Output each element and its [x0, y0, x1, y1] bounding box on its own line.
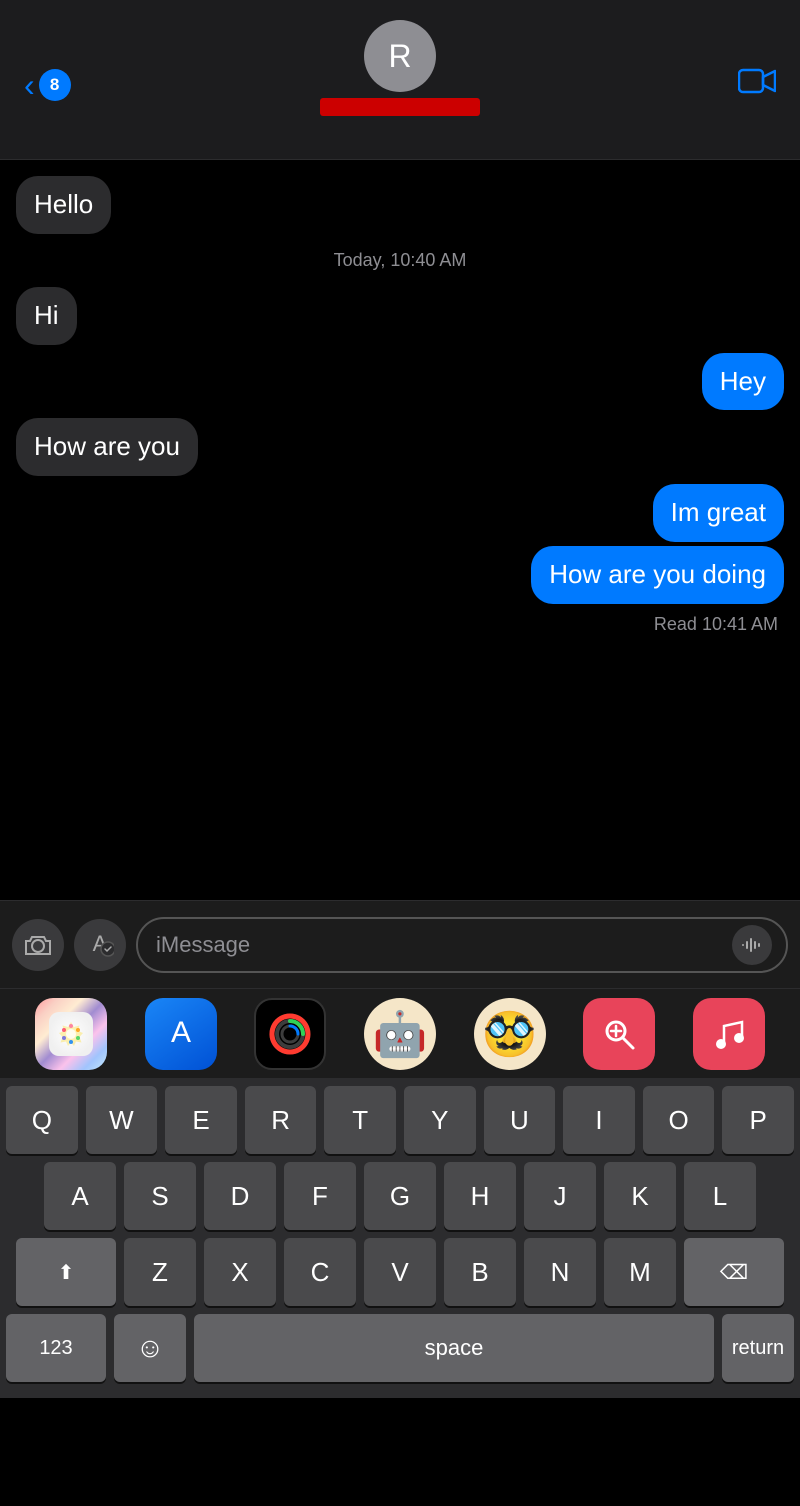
camera-button[interactable]: [12, 919, 64, 971]
shift-key[interactable]: ⬆: [16, 1238, 116, 1306]
app-icons-row: A 🤖 🥸: [0, 988, 800, 1078]
return-key[interactable]: return: [722, 1314, 794, 1382]
message-input-container[interactable]: iMessage: [136, 917, 788, 973]
keyboard: Q W E R T Y U I O P A S D F G H J K L ⬆ …: [0, 1078, 800, 1398]
time-divider: Today, 10:40 AM: [16, 250, 784, 271]
key-p[interactable]: P: [722, 1086, 794, 1154]
message-bubble-received: Hi: [16, 287, 77, 345]
key-e[interactable]: E: [165, 1086, 237, 1154]
message-bubble-sent: Hey: [702, 353, 784, 411]
message-bubble-received: Hello: [16, 176, 111, 234]
key-d[interactable]: D: [204, 1162, 276, 1230]
key-l[interactable]: L: [684, 1162, 756, 1230]
input-area: A iMessage: [0, 900, 800, 988]
key-a[interactable]: A: [44, 1162, 116, 1230]
key-b[interactable]: B: [444, 1238, 516, 1306]
avatar: R: [364, 20, 436, 92]
key-c[interactable]: C: [284, 1238, 356, 1306]
message-placeholder: iMessage: [156, 932, 722, 958]
memoji2-app-icon[interactable]: 🥸: [474, 998, 546, 1070]
key-u[interactable]: U: [484, 1086, 556, 1154]
emoji-key[interactable]: ☺: [114, 1314, 186, 1382]
message-bubble-sent: Im great: [653, 484, 784, 542]
appstore-app-icon[interactable]: A: [145, 998, 217, 1070]
audio-button[interactable]: [732, 925, 772, 965]
key-i[interactable]: I: [563, 1086, 635, 1154]
sent-message-group: Im great How are you doing: [16, 484, 784, 604]
back-button[interactable]: ‹ 8: [24, 69, 71, 101]
key-j[interactable]: J: [524, 1162, 596, 1230]
video-call-button[interactable]: [738, 67, 776, 102]
message-bubble-received: How are you: [16, 418, 198, 476]
key-r[interactable]: R: [245, 1086, 317, 1154]
contact-name-bar: [320, 98, 480, 116]
activity-app-icon[interactable]: [254, 998, 326, 1070]
key-z[interactable]: Z: [124, 1238, 196, 1306]
delete-key[interactable]: ⌫: [684, 1238, 784, 1306]
websearch-app-icon[interactable]: [583, 998, 655, 1070]
contact-info[interactable]: R: [320, 20, 480, 116]
message-bubble-sent: How are you doing: [531, 546, 784, 604]
key-s[interactable]: S: [124, 1162, 196, 1230]
space-key[interactable]: space: [194, 1314, 714, 1382]
key-t[interactable]: T: [324, 1086, 396, 1154]
svg-text:A: A: [171, 1016, 191, 1049]
key-y[interactable]: Y: [404, 1086, 476, 1154]
read-receipt: Read 10:41 AM: [16, 614, 784, 635]
numbers-key[interactable]: 123: [6, 1314, 106, 1382]
key-x[interactable]: X: [204, 1238, 276, 1306]
keyboard-row-3: ⬆ Z X C V B N M ⌫: [0, 1230, 800, 1306]
key-f[interactable]: F: [284, 1162, 356, 1230]
keyboard-row-1: Q W E R T Y U I O P: [0, 1078, 800, 1154]
key-m[interactable]: M: [604, 1238, 676, 1306]
header: ‹ 8 R: [0, 0, 800, 160]
key-g[interactable]: G: [364, 1162, 436, 1230]
back-badge-count: 8: [39, 69, 71, 101]
key-n[interactable]: N: [524, 1238, 596, 1306]
memoji1-app-icon[interactable]: 🤖: [364, 998, 436, 1070]
key-o[interactable]: O: [643, 1086, 715, 1154]
keyboard-row-4: 123 ☺ space return: [0, 1306, 800, 1398]
key-v[interactable]: V: [364, 1238, 436, 1306]
key-h[interactable]: H: [444, 1162, 516, 1230]
back-chevron-icon: ‹: [24, 69, 35, 101]
music-app-icon[interactable]: [693, 998, 765, 1070]
apps-button[interactable]: A: [74, 919, 126, 971]
photos-app-icon[interactable]: [35, 998, 107, 1070]
key-q[interactable]: Q: [6, 1086, 78, 1154]
key-k[interactable]: K: [604, 1162, 676, 1230]
keyboard-row-2: A S D F G H J K L: [0, 1154, 800, 1230]
key-w[interactable]: W: [86, 1086, 158, 1154]
messages-area: Hello Today, 10:40 AM Hi Hey How are you…: [0, 160, 800, 900]
